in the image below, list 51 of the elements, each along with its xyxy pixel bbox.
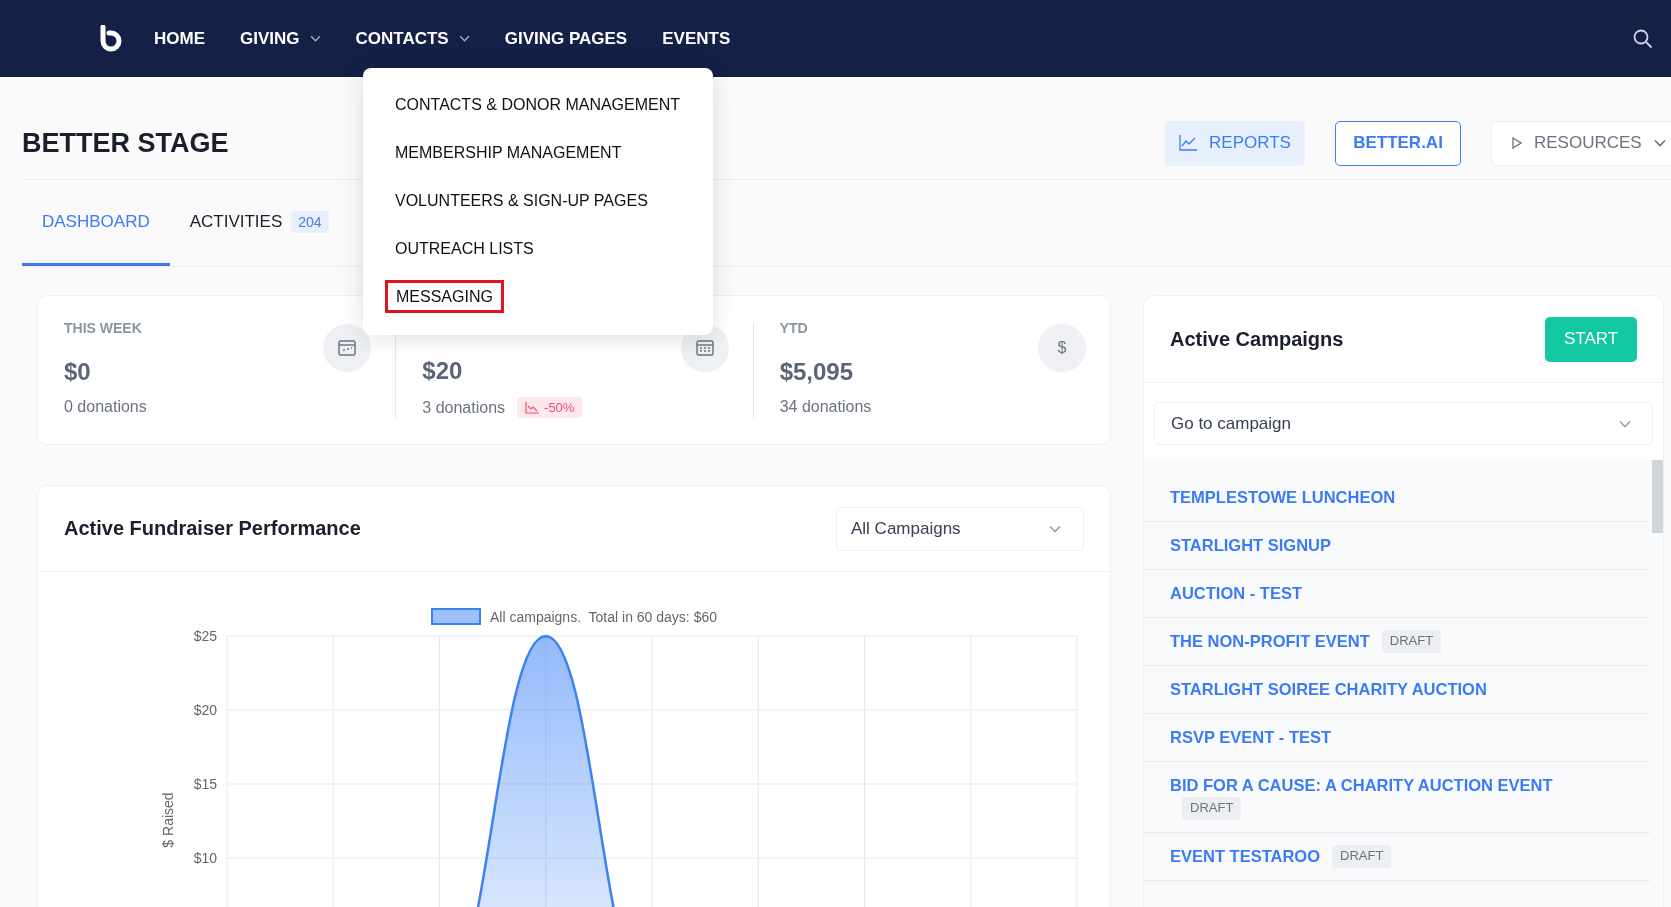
trend-badge: -50%: [517, 397, 583, 418]
chevron-down-icon: [1049, 524, 1061, 533]
donation-count: 3 donations: [422, 398, 506, 417]
dollar-icon: $: [1038, 324, 1086, 372]
search-icon[interactable]: [1633, 28, 1653, 49]
count-badge: 204: [291, 210, 329, 233]
resources-button[interactable]: RESOURCES: [1491, 120, 1671, 166]
logo-icon[interactable]: [98, 24, 124, 53]
page-title: BETTER STAGE: [22, 127, 229, 159]
chevron-down-icon: [1653, 139, 1666, 147]
calendar-icon: [323, 324, 372, 372]
stat-label: YTD: [779, 320, 809, 338]
menu-item[interactable]: OUTREACH LISTS: [385, 232, 544, 265]
stat-amount: $0: [64, 358, 92, 386]
legend-label: All campaigns. Total in 60 days: $60: [490, 609, 717, 625]
scrollbar-thumb[interactable]: [1652, 460, 1663, 533]
card-title: Active Campaigns: [1170, 327, 1344, 351]
nav-item[interactable]: GIVING: [240, 28, 321, 49]
nav-item[interactable]: GIVING PAGES: [504, 28, 628, 49]
reports-button[interactable]: REPORTS: [1165, 120, 1305, 166]
chevron-down-icon: [1619, 420, 1631, 428]
menu-item[interactable]: CONTACTS & DONOR MANAGEMENT: [385, 88, 691, 121]
donation-count: 0 donations: [64, 398, 147, 416]
legend-swatch: [431, 608, 481, 625]
nav-item[interactable]: CONTACTS: [355, 28, 470, 49]
campaign-select[interactable]: All Campaigns: [836, 506, 1084, 551]
nav-item[interactable]: EVENTS: [662, 28, 731, 49]
y-tick-label: $25: [193, 628, 217, 644]
menu-item[interactable]: MESSAGING: [385, 280, 504, 313]
y-tick-label: $15: [193, 776, 217, 792]
nav-item[interactable]: HOME: [154, 28, 205, 49]
campaign-select[interactable]: Go to campaign: [1154, 402, 1653, 445]
y-tick-label: $20: [193, 702, 217, 718]
ai-button[interactable]: BETTER.AI: [1335, 120, 1461, 166]
y-tick-label: $10: [193, 850, 217, 866]
donation-count: 34 donations: [779, 398, 872, 416]
draft-badge: DRAFT: [1332, 845, 1392, 869]
trend-down-icon: [525, 401, 540, 414]
play-icon: [1512, 137, 1522, 149]
stat-amount: $20: [422, 357, 464, 385]
tab[interactable]: ACTIVITIES 204: [169, 180, 349, 266]
card-title: Active Fundraiser Performance: [64, 517, 361, 540]
menu-item[interactable]: VOLUNTEERS & SIGN-UP PAGES: [385, 184, 658, 217]
stat-label: THIS WEEK: [64, 320, 143, 338]
line-chart-icon: [1179, 135, 1198, 151]
menu-item[interactable]: MEMBERSHIP MANAGEMENT: [385, 136, 632, 169]
draft-badge: DRAFT: [1381, 629, 1442, 653]
stat-amount: $5,095: [779, 358, 855, 386]
tab[interactable]: DASHBOARD: [22, 180, 170, 266]
draft-badge: DRAFT: [1182, 797, 1242, 821]
y-axis-label: $ Raised: [160, 792, 176, 848]
